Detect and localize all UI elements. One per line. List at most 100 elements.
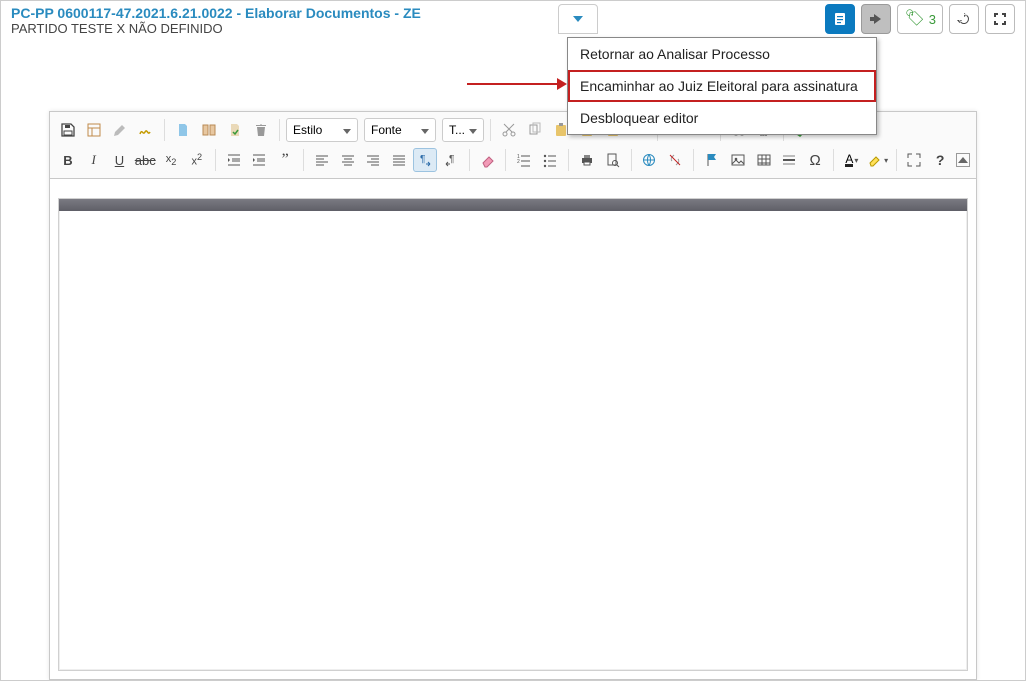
blockquote-button[interactable]: ” xyxy=(273,148,297,172)
text-direction-rtl-button[interactable]: ¶ xyxy=(439,148,463,172)
bold-button[interactable]: B xyxy=(56,148,80,172)
save-button[interactable] xyxy=(56,118,80,142)
layout-icon xyxy=(86,122,102,138)
preview-button[interactable] xyxy=(601,148,625,172)
cut-button[interactable] xyxy=(497,118,521,142)
edit-button[interactable] xyxy=(108,118,132,142)
search-doc-icon xyxy=(605,152,621,168)
outdent-icon xyxy=(226,152,242,168)
font-select[interactable]: Fonte xyxy=(364,118,436,142)
link-icon xyxy=(641,152,657,168)
omega-icon: Ω xyxy=(810,152,821,169)
dropdown-item-unlock[interactable]: Desbloquear editor xyxy=(568,102,876,134)
help-icon: ? xyxy=(936,152,945,168)
strike-button[interactable]: abc xyxy=(133,148,157,172)
table-button[interactable] xyxy=(752,148,776,172)
subscript-button[interactable]: x2 xyxy=(159,148,183,172)
style-select-label: Estilo xyxy=(293,123,322,137)
symbol-button[interactable]: Ω xyxy=(803,148,827,172)
editor-panel: Estilo Fonte T... T A W abac AB xyxy=(49,111,977,680)
signature-icon xyxy=(138,122,154,138)
align-left-icon xyxy=(314,152,330,168)
italic-icon: I xyxy=(92,152,96,168)
dropdown-item-forward[interactable]: Encaminhar ao Juiz Eleitoral para assina… xyxy=(568,70,876,102)
trash-icon xyxy=(253,122,269,138)
help-button[interactable]: ? xyxy=(928,148,952,172)
font-select-label: Fonte xyxy=(371,123,402,137)
history-button[interactable] xyxy=(949,4,979,34)
text-color-button[interactable]: A▾ xyxy=(840,148,864,172)
open-doc-button[interactable] xyxy=(197,118,221,142)
image-button[interactable] xyxy=(726,148,750,172)
svg-text:¶: ¶ xyxy=(420,154,425,165)
actions-dropdown-toggle[interactable] xyxy=(558,4,598,34)
fontsize-select[interactable]: T... xyxy=(442,118,484,142)
numbered-list-icon: 12 xyxy=(516,152,532,168)
align-justify-icon xyxy=(391,152,407,168)
align-center-button[interactable] xyxy=(336,148,360,172)
text-direction-button[interactable]: ¶ xyxy=(413,148,437,172)
copy-button[interactable] xyxy=(523,118,547,142)
sign-button[interactable] xyxy=(134,118,158,142)
triangle-up-icon xyxy=(958,157,968,163)
file-icon xyxy=(175,122,191,138)
superscript-button[interactable]: x2 xyxy=(185,148,209,172)
fontsize-select-label: T... xyxy=(449,123,465,137)
print-button[interactable] xyxy=(575,148,599,172)
bullet-list-icon xyxy=(542,152,558,168)
new-doc-button[interactable] xyxy=(171,118,195,142)
editor-content[interactable] xyxy=(58,198,968,671)
flag-button[interactable] xyxy=(700,148,724,172)
document-view-button[interactable] xyxy=(825,4,855,34)
align-justify-button[interactable] xyxy=(387,148,411,172)
underline-button[interactable]: U xyxy=(108,148,132,172)
style-select[interactable]: Estilo xyxy=(286,118,358,142)
hr-icon xyxy=(781,152,797,168)
align-left-button[interactable] xyxy=(310,148,334,172)
unlink-button[interactable] xyxy=(663,148,687,172)
maximize-button[interactable] xyxy=(903,148,927,172)
file-check-icon xyxy=(227,122,243,138)
dropdown-item-return[interactable]: Retornar ao Analisar Processo xyxy=(568,38,876,70)
pilcrow-left-icon: ¶ xyxy=(443,152,459,168)
hr-button[interactable] xyxy=(777,148,801,172)
tag-icon: 🏷 xyxy=(904,11,924,27)
annotation-arrow xyxy=(467,78,567,90)
quote-icon: ” xyxy=(282,151,289,169)
table-icon xyxy=(756,152,772,168)
tags-button[interactable]: 🏷 3 xyxy=(897,4,943,34)
indent-button[interactable] xyxy=(247,148,271,172)
document-icon xyxy=(832,11,848,27)
tag-count: 3 xyxy=(929,12,936,27)
editor-content-header-band xyxy=(59,199,967,211)
eraser-button[interactable] xyxy=(476,148,500,172)
italic-button[interactable]: I xyxy=(82,148,106,172)
delete-button[interactable] xyxy=(249,118,273,142)
align-center-icon xyxy=(340,152,356,168)
fullscreen-icon xyxy=(992,11,1008,27)
align-right-button[interactable] xyxy=(362,148,386,172)
layout-button[interactable] xyxy=(82,118,106,142)
cut-icon xyxy=(501,122,517,138)
bullet-list-button[interactable] xyxy=(538,148,562,172)
link-button[interactable] xyxy=(638,148,662,172)
numbered-list-button[interactable]: 12 xyxy=(512,148,536,172)
share-icon xyxy=(868,11,884,27)
book-icon xyxy=(201,122,217,138)
history-icon xyxy=(956,11,972,27)
fullscreen-button[interactable] xyxy=(985,4,1015,34)
outdent-button[interactable] xyxy=(222,148,246,172)
highlight-icon xyxy=(867,152,883,168)
svg-text:2: 2 xyxy=(517,159,520,165)
pencil-icon xyxy=(112,122,128,138)
collapse-toolbar-button[interactable] xyxy=(956,153,970,167)
actions-dropdown: Retornar ao Analisar Processo Encaminhar… xyxy=(567,37,877,135)
highlight-color-button[interactable]: ▾ xyxy=(866,148,890,172)
pilcrow-right-icon: ¶ xyxy=(417,152,433,168)
superscript-icon: x2 xyxy=(192,152,203,168)
share-button[interactable] xyxy=(861,4,891,34)
save-icon xyxy=(60,122,76,138)
approve-doc-button[interactable] xyxy=(223,118,247,142)
eraser-icon xyxy=(480,152,496,168)
flag-icon xyxy=(704,152,720,168)
